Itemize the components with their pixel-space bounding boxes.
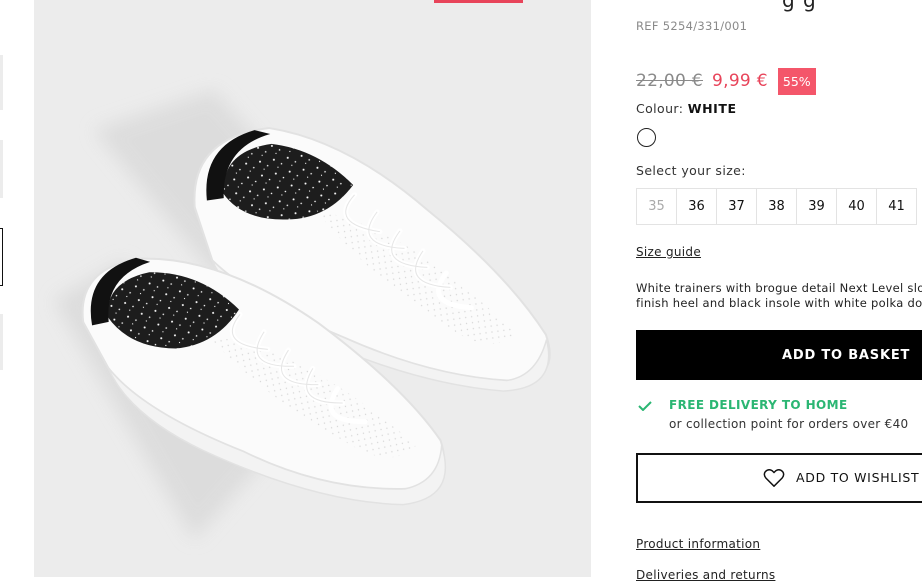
thumbnail-strip	[0, 0, 10, 577]
size-option[interactable]: 36	[676, 188, 717, 225]
sale-price: 9,99 €	[712, 71, 768, 91]
add-to-basket-button[interactable]: ADD TO BASKET	[636, 330, 922, 380]
size-option: 35	[636, 188, 677, 225]
delivery-title: FREE DELIVERY TO HOME	[669, 398, 848, 412]
delivery-subtitle: or collection point for orders over €40	[669, 417, 909, 431]
product-reference: REF 5254/331/001	[636, 19, 748, 33]
colour-label: Colour:	[636, 101, 684, 116]
thumbnail[interactable]	[0, 314, 3, 370]
product-details-panel: g g REF 5254/331/001 22,00 € 9,99 € 55% …	[636, 0, 922, 582]
deliveries-returns-link[interactable]: Deliveries and returns	[636, 568, 775, 582]
add-to-wishlist-button[interactable]: ADD TO WISHLIST	[636, 453, 922, 503]
wishlist-label: ADD TO WISHLIST	[796, 470, 920, 485]
thumbnail[interactable]	[0, 55, 3, 110]
size-option[interactable]: 41	[876, 188, 917, 225]
size-option[interactable]: 37	[716, 188, 757, 225]
thumbnail-selected[interactable]	[0, 228, 3, 286]
check-icon	[638, 401, 652, 411]
thumbnail[interactable]	[0, 140, 3, 198]
size-guide-link[interactable]: Size guide	[636, 245, 701, 259]
shoes-illustration	[54, 90, 551, 540]
colour-value: WHITE	[687, 101, 737, 116]
size-option[interactable]: 39	[796, 188, 837, 225]
old-price: 22,00 €	[636, 71, 703, 91]
heart-icon	[763, 469, 785, 487]
product-title: g g	[782, 0, 817, 12]
size-selector: 35 36 37 38 39 40 41	[636, 188, 917, 225]
description-line: White trainers with brogue detail Next L…	[636, 281, 922, 295]
product-description: White trainers with brogue detail Next L…	[636, 281, 922, 310]
colour-line: Colour: WHITE	[636, 101, 737, 116]
product-information-link[interactable]: Product information	[636, 537, 760, 551]
size-prompt: Select your size:	[636, 163, 746, 178]
size-option[interactable]: 38	[756, 188, 797, 225]
size-option[interactable]: 40	[836, 188, 877, 225]
discount-badge: 55%	[777, 67, 816, 95]
description-line: finish heel and black insole with white …	[636, 295, 922, 310]
price-row: 22,00 € 9,99 € 55%	[636, 67, 816, 95]
colour-swatch-white[interactable]	[637, 128, 656, 147]
product-image[interactable]	[34, 0, 591, 577]
